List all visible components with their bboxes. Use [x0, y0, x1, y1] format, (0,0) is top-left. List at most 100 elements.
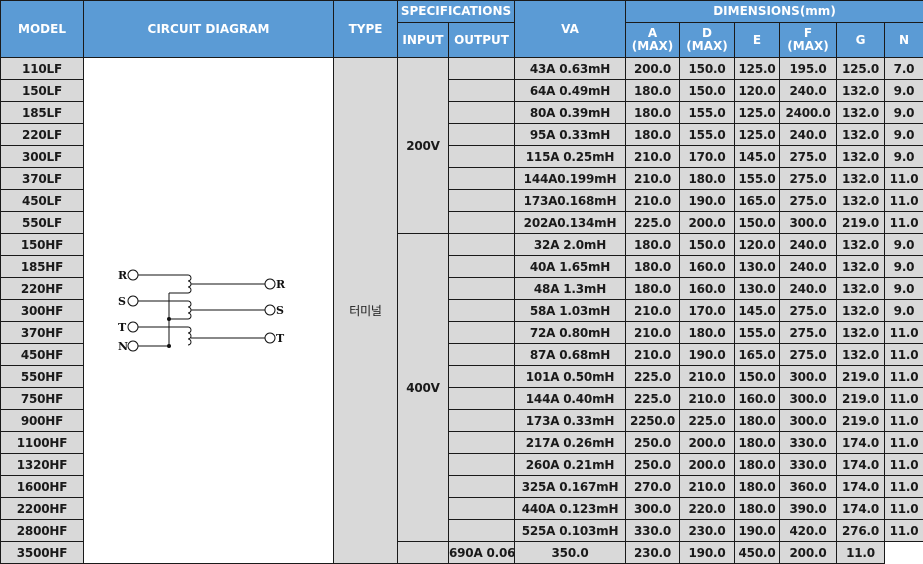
dim-cell-a: 300.0 [625, 497, 680, 520]
circuit-diagram-cell: RSTNRST [83, 57, 334, 564]
dim-cell-a: 330.0 [625, 519, 680, 542]
dim-cell-a: 210.0 [625, 167, 680, 190]
output-cell [448, 277, 515, 300]
dim-cell-g: 132.0 [836, 101, 885, 124]
dim-cell-e: 165.0 [734, 343, 780, 366]
dim-cell-e: 120.0 [734, 233, 780, 256]
dim-cell-g: 174.0 [836, 497, 885, 520]
dim-cell-n: 11.0 [883, 387, 923, 410]
header-specifications: SPECIFICATIONS [397, 0, 515, 23]
dim-cell-n: 11.0 [883, 167, 923, 190]
dim-cell-e: 150.0 [734, 211, 780, 234]
output-cell [448, 211, 515, 234]
model-cell: 750HF [0, 387, 84, 410]
output-cell [448, 145, 515, 168]
dim-cell-n: 11.0 [883, 409, 923, 432]
dim-sub: (MAX) [686, 39, 728, 53]
dim-cell-f: 275.0 [779, 343, 837, 366]
dim-cell-g: 276.0 [836, 519, 885, 542]
dim-cell-f: 240.0 [779, 123, 837, 146]
dim-cell-g: 125.0 [836, 57, 885, 80]
va-cell: 80A 0.39mH [514, 101, 626, 124]
dim-cell-d: 200.0 [679, 453, 735, 476]
dim-cell-g: 132.0 [836, 321, 885, 344]
dim-cell-n: 11.0 [883, 343, 923, 366]
dim-cell-g: 200.0 [779, 541, 837, 564]
dim-cell-n: 11.0 [883, 211, 923, 234]
va-cell: 115A 0.25mH [514, 145, 626, 168]
output-cell [448, 497, 515, 520]
dim-cell-g: 132.0 [836, 233, 885, 256]
dim-cell-f: 450.0 [734, 541, 780, 564]
dim-cell-e: 180.0 [734, 431, 780, 454]
dim-cell-g: 132.0 [836, 277, 885, 300]
dim-cell-e: 180.0 [734, 497, 780, 520]
dim-cell-a: 180.0 [625, 123, 680, 146]
dim-cell-d: 150.0 [679, 57, 735, 80]
dim-cell-n: 9.0 [883, 101, 923, 124]
dim-cell-n: 9.0 [883, 299, 923, 322]
output-cell [448, 189, 515, 212]
dim-cell-n: 11.0 [883, 519, 923, 542]
output-cell [448, 409, 515, 432]
model-cell: 300LF [0, 145, 84, 168]
dim-cell-d: 180.0 [679, 167, 735, 190]
header-model: MODEL [0, 0, 84, 58]
dim-cell-d: 155.0 [679, 123, 735, 146]
output-cell [448, 387, 515, 410]
dim-cell-f: 330.0 [779, 431, 837, 454]
va-cell: 101A 0.50mH [514, 365, 626, 388]
output-cell [448, 79, 515, 102]
model-cell: 370HF [0, 321, 84, 344]
va-cell: 325A 0.167mH [514, 475, 626, 498]
model-cell: 450HF [0, 343, 84, 366]
terminal-label-out: R [276, 278, 286, 291]
output-cell [448, 299, 515, 322]
dim-cell-g: 174.0 [836, 431, 885, 454]
input-voltage-cell: 200V [397, 57, 449, 234]
dim-sub: (MAX) [787, 39, 829, 53]
dim-cell-a: 350.0 [514, 541, 626, 564]
dim-cell-a: 210.0 [625, 189, 680, 212]
dim-cell-g: 219.0 [836, 211, 885, 234]
dim-cell-d: 230.0 [625, 541, 680, 564]
dim-cell-g: 132.0 [836, 299, 885, 322]
dim-cell-f: 275.0 [779, 299, 837, 322]
dim-cell-e: 180.0 [734, 409, 780, 432]
type-cell: 터미널 [333, 57, 398, 564]
dim-cell-e: 130.0 [734, 255, 780, 278]
output-cell [448, 431, 515, 454]
dim-cell-a: 250.0 [625, 453, 680, 476]
va-cell: 144A 0.40mH [514, 387, 626, 410]
dim-cell-e: 190.0 [734, 519, 780, 542]
dim-cell-e: 145.0 [734, 299, 780, 322]
va-cell: 48A 1.3mH [514, 277, 626, 300]
dim-cell-f: 300.0 [779, 211, 837, 234]
dim-cell-f: 195.0 [779, 57, 837, 80]
header-va: VA [514, 0, 626, 58]
dim-cell-f: 390.0 [779, 497, 837, 520]
va-cell: 64A 0.49mH [514, 79, 626, 102]
output-cell [397, 541, 449, 564]
model-cell: 220LF [0, 123, 84, 146]
dim-cell-a: 200.0 [625, 57, 680, 80]
dim-cell-e: 180.0 [734, 475, 780, 498]
dim-cell-n: 11.0 [883, 189, 923, 212]
va-cell: 43A 0.63mH [514, 57, 626, 80]
dim-cell-f: 240.0 [779, 79, 837, 102]
dim-cell-g: 174.0 [836, 453, 885, 476]
dim-cell-d: 210.0 [679, 475, 735, 498]
header-dim-d: D (MAX) [679, 22, 735, 58]
dim-cell-e: 155.0 [734, 321, 780, 344]
dim-name: G [855, 32, 866, 47]
model-cell: 1600HF [0, 475, 84, 498]
dim-cell-d: 155.0 [679, 101, 735, 124]
va-cell: 525A 0.103mH [514, 519, 626, 542]
model-cell: 150HF [0, 233, 84, 256]
dim-cell-d: 225.0 [679, 409, 735, 432]
dim-cell-f: 300.0 [779, 387, 837, 410]
header-type: TYPE [333, 0, 398, 58]
dim-cell-d: 180.0 [679, 321, 735, 344]
va-cell: 440A 0.123mH [514, 497, 626, 520]
dim-name: N [898, 32, 910, 47]
